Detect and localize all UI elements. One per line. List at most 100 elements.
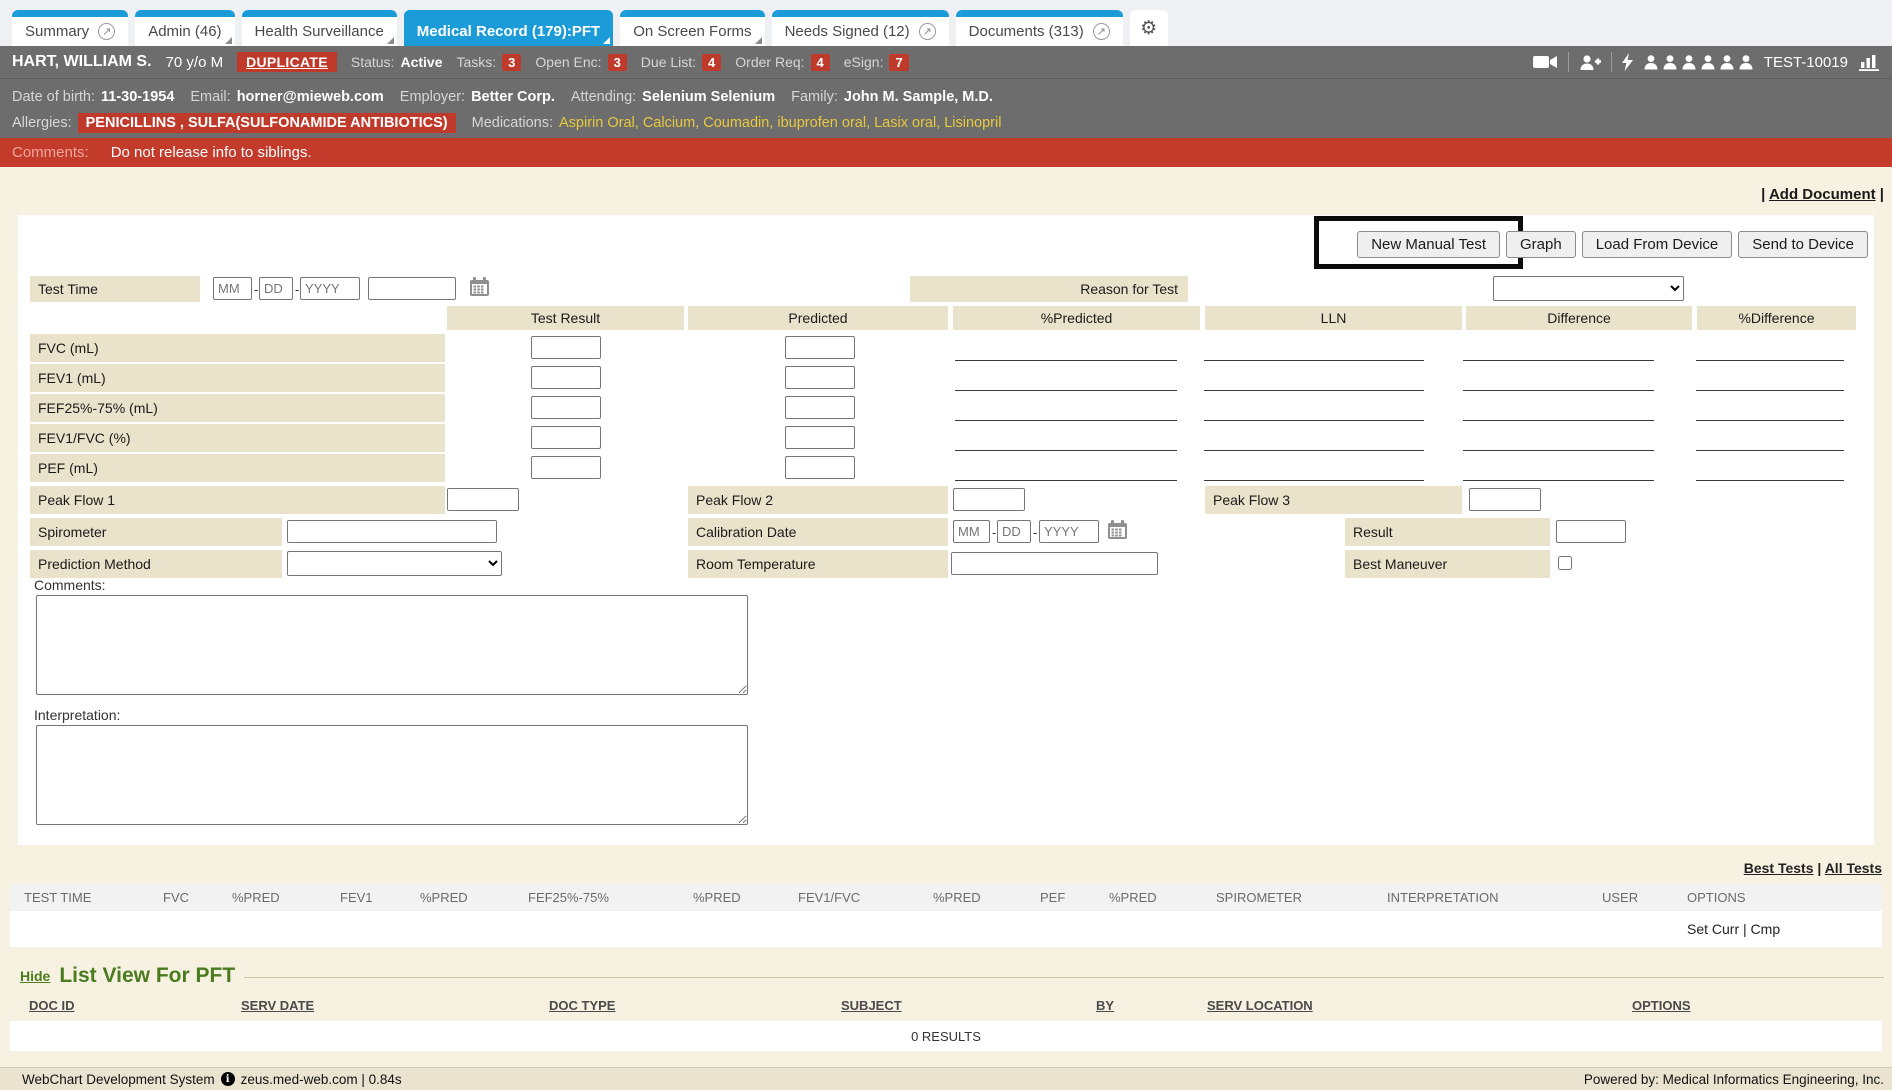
tab-medical-record[interactable]: Medical Record (179):PFT xyxy=(404,10,613,46)
order-req-count-badge[interactable]: 4 xyxy=(811,54,830,71)
dropdown-fold-icon xyxy=(603,37,610,44)
pef-test-result-input[interactable] xyxy=(531,456,601,479)
interpretation-textarea[interactable] xyxy=(36,725,748,825)
bar-chart-icon[interactable] xyxy=(1858,54,1880,71)
add-person-icon[interactable] xyxy=(1579,54,1601,71)
info-icon[interactable]: i xyxy=(221,1072,235,1086)
send-to-device-button[interactable]: Send to Device xyxy=(1738,231,1868,258)
popout-icon[interactable]: ↗ xyxy=(1093,23,1110,40)
reason-for-test-select[interactable] xyxy=(1493,276,1684,301)
fvc-test-result-input[interactable] xyxy=(531,336,601,359)
row-label-pef: PEF (mL) xyxy=(30,454,445,482)
comments-textarea[interactable] xyxy=(36,595,748,695)
pipe-separator: | xyxy=(1880,186,1884,203)
duplicate-flag[interactable]: DUPLICATE xyxy=(237,52,337,72)
tab-admin[interactable]: Admin (46) xyxy=(135,10,234,46)
test-time-month-input[interactable] xyxy=(213,277,252,300)
lightning-icon[interactable] xyxy=(1622,53,1633,71)
hide-link[interactable]: Hide xyxy=(20,968,50,984)
pft-form-panel: New Manual Test Graph Load From Device S… xyxy=(18,215,1874,845)
doc-col-doc-id[interactable]: DOC ID xyxy=(29,998,75,1013)
fev1-test-result-input[interactable] xyxy=(531,366,601,389)
result-input[interactable] xyxy=(1556,520,1626,543)
calibration-day-input[interactable] xyxy=(997,520,1031,543)
doc-col-by[interactable]: BY xyxy=(1096,998,1114,1013)
tab-health-surveillance[interactable]: Health Surveillance xyxy=(242,10,397,46)
tab-summary[interactable]: Summary ↗ xyxy=(12,10,128,46)
doc-col-serv-location[interactable]: SERV LOCATION xyxy=(1207,998,1313,1013)
open-enc-count-badge[interactable]: 3 xyxy=(608,54,627,71)
dropdown-fold-icon xyxy=(225,37,232,44)
results-col-pef: PEF xyxy=(1040,884,1065,911)
fev1-lln-line xyxy=(1204,390,1424,391)
tab-documents-label: Documents (313) xyxy=(969,23,1084,40)
email-label: Email: xyxy=(190,89,230,105)
fef25-75-predicted-input[interactable] xyxy=(785,396,855,419)
tab-summary-label: Summary xyxy=(25,23,89,40)
dropdown-fold-icon xyxy=(387,37,394,44)
calibration-year-input[interactable] xyxy=(1039,520,1099,543)
doc-col-subject[interactable]: SUBJECT xyxy=(841,998,902,1013)
spirometer-input[interactable] xyxy=(287,520,497,543)
fev1-fvc-pct-predicted-line xyxy=(955,450,1177,451)
calendar-icon[interactable] xyxy=(1107,520,1128,545)
settings-gear-icon[interactable]: ⚙ xyxy=(1130,10,1168,46)
tab-needs-signed[interactable]: Needs Signed (12) ↗ xyxy=(772,10,949,46)
results-col-fef: FEF25%-75% xyxy=(528,884,609,911)
popout-icon[interactable]: ↗ xyxy=(98,23,115,40)
tasks-count-badge[interactable]: 3 xyxy=(502,54,521,71)
tab-needs-signed-label: Needs Signed (12) xyxy=(785,23,910,40)
calendar-icon[interactable] xyxy=(469,277,490,302)
fev1-predicted-input[interactable] xyxy=(785,366,855,389)
comments-alert-label: Comments: xyxy=(12,144,89,161)
fev1-fvc-test-result-input[interactable] xyxy=(531,426,601,449)
care-team-icons[interactable] xyxy=(1643,54,1754,70)
calibration-month-input[interactable] xyxy=(953,520,990,543)
peak-flow-1-input[interactable] xyxy=(447,488,519,511)
esign-count-badge[interactable]: 7 xyxy=(889,54,908,71)
room-temperature-input[interactable] xyxy=(951,552,1158,575)
best-tests-link[interactable]: Best Tests xyxy=(1744,860,1814,876)
set-curr-link[interactable]: Set Curr xyxy=(1687,921,1739,937)
tab-documents[interactable]: Documents (313) ↗ xyxy=(956,10,1123,46)
chart-id: TEST-10019 xyxy=(1764,54,1848,71)
dob-value: 11-30-1954 xyxy=(101,89,174,105)
results-col-fev1: FEV1 xyxy=(340,884,373,911)
popout-icon[interactable]: ↗ xyxy=(919,23,936,40)
graph-button[interactable]: Graph xyxy=(1506,231,1576,258)
order-req-label: Order Req: xyxy=(735,54,804,70)
fev1-fvc-predicted-input[interactable] xyxy=(785,426,855,449)
results-col-spirometer: SPIROMETER xyxy=(1216,884,1302,911)
doc-col-doc-type[interactable]: DOC TYPE xyxy=(549,998,615,1013)
pef-predicted-input[interactable] xyxy=(785,456,855,479)
video-camera-icon[interactable] xyxy=(1533,55,1558,69)
load-from-device-button[interactable]: Load From Device xyxy=(1582,231,1733,258)
results-col-pred-5: %PRED xyxy=(1109,884,1157,911)
doc-col-options[interactable]: OPTIONS xyxy=(1632,998,1691,1013)
tab-on-screen-forms[interactable]: On Screen Forms xyxy=(620,10,764,46)
attending-label: Attending: xyxy=(571,89,636,105)
doc-col-serv-date[interactable]: SERV DATE xyxy=(241,998,314,1013)
allergies-badge: PENICILLINS , SULFA(SULFONAMIDE ANTIBIOT… xyxy=(78,113,456,133)
calibration-date-label-cell: Calibration Date xyxy=(688,518,948,546)
fef25-75-test-result-input[interactable] xyxy=(531,396,601,419)
peak-flow-2-input[interactable] xyxy=(953,488,1025,511)
status-label: Status: xyxy=(351,54,395,70)
peak-flow-3-input[interactable] xyxy=(1469,488,1541,511)
all-tests-link[interactable]: All Tests xyxy=(1825,860,1882,876)
room-temperature-label-cell: Room Temperature xyxy=(688,550,948,578)
prediction-method-select[interactable] xyxy=(287,551,502,576)
test-time-day-input[interactable] xyxy=(259,277,293,300)
person-icon xyxy=(1681,54,1697,70)
fvc-predicted-input[interactable] xyxy=(785,336,855,359)
test-time-time-input[interactable] xyxy=(368,277,456,300)
add-document-link[interactable]: Add Document xyxy=(1769,186,1876,203)
test-time-year-input[interactable] xyxy=(300,277,360,300)
cmp-link[interactable]: Cmp xyxy=(1751,921,1781,937)
column-header-predicted: Predicted xyxy=(688,306,948,330)
fvc-lln-line xyxy=(1204,360,1424,361)
best-maneuver-checkbox[interactable] xyxy=(1558,556,1572,570)
person-icon xyxy=(1738,54,1754,70)
due-list-count-badge[interactable]: 4 xyxy=(702,54,721,71)
new-manual-test-button[interactable]: New Manual Test xyxy=(1357,231,1500,258)
